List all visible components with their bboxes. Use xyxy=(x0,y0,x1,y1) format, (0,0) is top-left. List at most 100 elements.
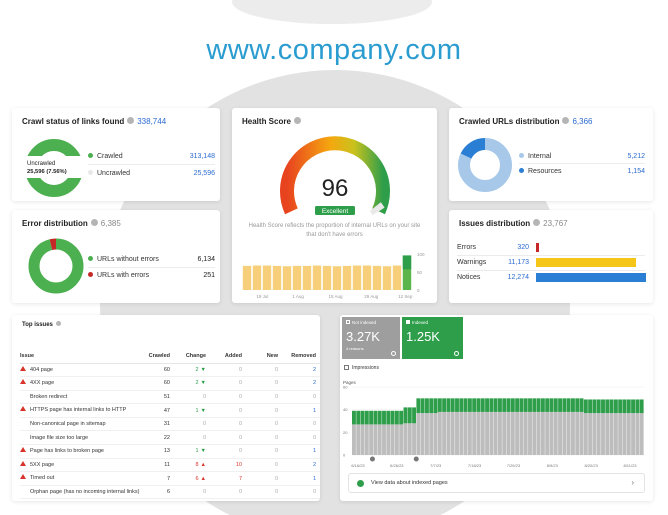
not-indexed-bar[interactable] xyxy=(596,413,601,455)
indexed-bar[interactable] xyxy=(562,398,567,412)
indexed-bar[interactable] xyxy=(558,398,563,412)
info-icon[interactable] xyxy=(533,219,541,227)
not-indexed-bar[interactable] xyxy=(502,411,507,455)
col-crawled[interactable]: Crawled xyxy=(144,350,178,364)
not-indexed-bar[interactable] xyxy=(364,424,369,455)
not-indexed-bar[interactable] xyxy=(480,411,485,455)
table-row[interactable]: Orphan page (has no incoming internal li… xyxy=(20,485,320,500)
not-indexed-bar[interactable] xyxy=(528,411,532,455)
impressions-toggle[interactable]: Impressions xyxy=(344,365,379,371)
not-indexed-bar[interactable] xyxy=(523,411,528,455)
indexed-bar[interactable] xyxy=(601,399,605,414)
issue-name-cell[interactable]: Image file size too large xyxy=(20,430,144,446)
table-row[interactable]: 5XX page 11 8 ▲ 10 0 2 xyxy=(20,458,320,473)
indexed-bar[interactable] xyxy=(390,410,395,425)
not-indexed-bar[interactable] xyxy=(369,424,374,455)
annotation-marker[interactable] xyxy=(369,456,375,462)
indexed-bar[interactable] xyxy=(613,399,618,414)
not-indexed-bar[interactable] xyxy=(399,424,404,455)
indexed-bar[interactable] xyxy=(609,399,614,414)
indexed-bar[interactable] xyxy=(455,398,459,412)
issue-name-cell[interactable]: Page has links to broken page xyxy=(20,444,144,459)
indexed-bar[interactable] xyxy=(459,398,464,412)
indexed-bar[interactable] xyxy=(579,398,584,412)
not-indexed-bar[interactable] xyxy=(626,413,631,455)
indexed-bar[interactable] xyxy=(515,398,520,412)
indexed-bar[interactable] xyxy=(592,399,597,414)
indexed-bar[interactable] xyxy=(588,399,593,414)
indexed-bar[interactable] xyxy=(583,399,588,414)
health-bar[interactable] xyxy=(372,265,382,290)
not-indexed-bar[interactable] xyxy=(437,411,442,455)
not-indexed-bar[interactable] xyxy=(588,413,593,455)
indexed-bar[interactable] xyxy=(463,398,468,412)
not-indexed-bar[interactable] xyxy=(467,411,472,455)
not-indexed-bar[interactable] xyxy=(506,411,511,455)
indexed-bar[interactable] xyxy=(386,410,391,425)
not-indexed-bar[interactable] xyxy=(622,413,627,455)
not-indexed-bar[interactable] xyxy=(394,424,399,455)
col-removed[interactable]: Removed xyxy=(286,350,320,364)
not-indexed-bar[interactable] xyxy=(571,411,575,455)
indexed-bar[interactable] xyxy=(377,410,382,425)
no-errors-value[interactable]: 6,134 xyxy=(197,256,215,263)
col-issue[interactable]: Issue xyxy=(20,350,144,364)
indexed-bar[interactable] xyxy=(442,398,447,412)
not-indexed-bar[interactable] xyxy=(356,424,361,455)
not-indexed-bar[interactable] xyxy=(575,411,580,455)
indexed-bar[interactable] xyxy=(553,398,558,412)
not-indexed-bar[interactable] xyxy=(485,411,490,455)
not-indexed-bar[interactable] xyxy=(592,413,597,455)
not-indexed-bar[interactable] xyxy=(635,413,640,455)
indexed-bar[interactable] xyxy=(420,398,425,414)
not-indexed-bar[interactable] xyxy=(390,424,395,455)
not-indexed-bar[interactable] xyxy=(562,411,567,455)
indexed-bar[interactable] xyxy=(467,398,472,412)
not-indexed-bar[interactable] xyxy=(450,411,455,455)
issue-category-value[interactable]: 12,274 xyxy=(507,274,529,281)
indexed-bar[interactable] xyxy=(549,398,554,412)
indexed-bar[interactable] xyxy=(639,399,644,414)
indexed-bar[interactable] xyxy=(352,410,356,425)
not-indexed-bar[interactable] xyxy=(601,413,605,455)
not-indexed-bar[interactable] xyxy=(386,424,391,455)
not-indexed-bar[interactable] xyxy=(472,411,477,455)
indexed-bar[interactable] xyxy=(502,398,507,412)
indexed-bar[interactable] xyxy=(498,398,502,412)
table-row[interactable]: Timed out 7 6 ▲ 7 0 1 xyxy=(20,471,320,486)
health-bar[interactable] xyxy=(292,265,302,290)
indexed-bar[interactable] xyxy=(472,398,477,412)
not-indexed-bar[interactable] xyxy=(416,413,421,455)
not-indexed-bar[interactable] xyxy=(373,424,378,455)
indexed-bar[interactable] xyxy=(635,399,640,414)
not-indexed-bar[interactable] xyxy=(420,413,425,455)
table-row[interactable]: Broken redirect 51 0 0 0 0 xyxy=(20,390,320,405)
not-indexed-bar[interactable] xyxy=(540,411,545,455)
indexed-bar[interactable] xyxy=(575,398,580,412)
health-bar[interactable] xyxy=(242,265,252,290)
not-indexed-bar[interactable] xyxy=(360,424,365,455)
not-indexed-bar[interactable] xyxy=(618,413,623,455)
indexed-bar[interactable] xyxy=(394,410,399,425)
not-indexed-bar[interactable] xyxy=(510,411,515,455)
indexed-bar[interactable] xyxy=(480,398,485,412)
table-row[interactable]: Page has links to broken page 13 1 ▼ 0 0 1 xyxy=(20,444,320,459)
col-added[interactable]: Added xyxy=(214,350,250,364)
indexed-bar[interactable] xyxy=(382,410,386,425)
not-indexed-bar[interactable] xyxy=(498,411,502,455)
not-indexed-bar[interactable] xyxy=(532,411,537,455)
health-bar[interactable] xyxy=(322,265,332,290)
indexed-bar[interactable] xyxy=(407,407,412,424)
not-indexed-bar[interactable] xyxy=(459,411,464,455)
indexed-bar[interactable] xyxy=(536,398,541,412)
indexed-bar[interactable] xyxy=(437,398,442,412)
legend-crawled[interactable]: Crawled xyxy=(88,152,123,160)
not-indexed-bar[interactable] xyxy=(352,424,356,455)
with-errors-value[interactable]: 251 xyxy=(203,272,215,279)
not-indexed-bar[interactable] xyxy=(579,411,584,455)
health-bar[interactable] xyxy=(302,265,312,290)
legend-uncrawled[interactable]: Uncrawled xyxy=(88,169,130,177)
legend-resources[interactable]: Resources xyxy=(519,167,561,175)
info-icon[interactable] xyxy=(55,321,61,326)
indexed-bar[interactable] xyxy=(605,399,610,414)
